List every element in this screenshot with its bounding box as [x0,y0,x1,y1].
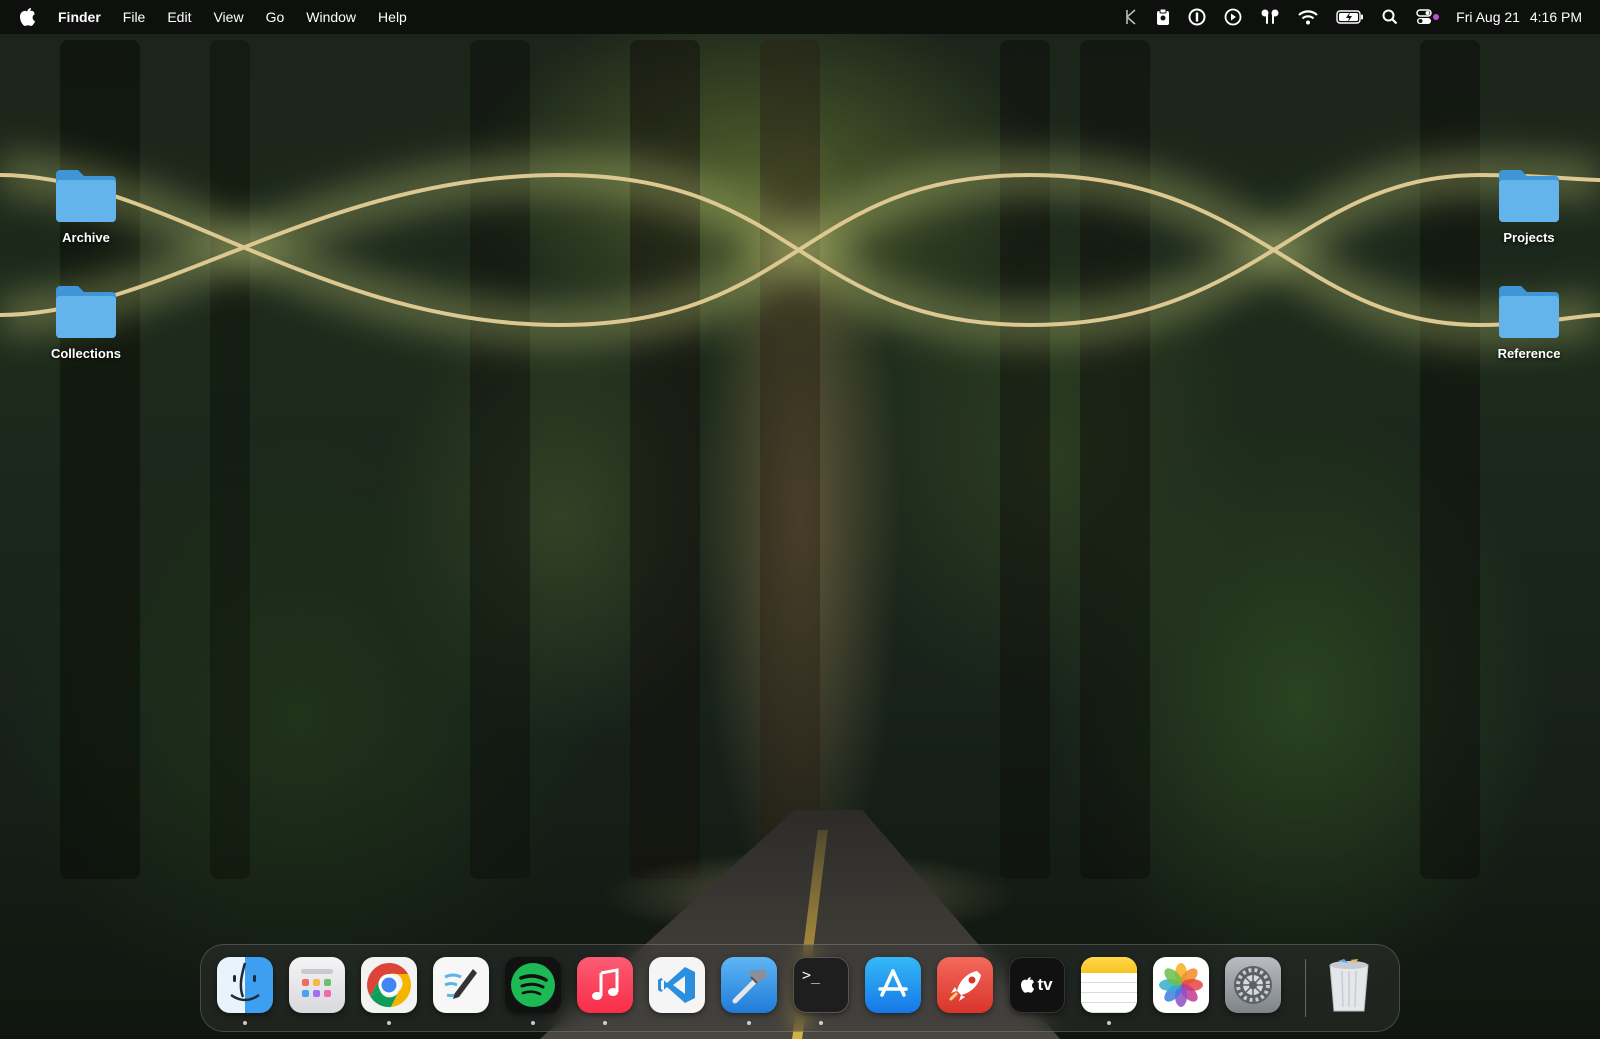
terminal-icon: >_ [793,957,849,1013]
dock-spotify[interactable] [505,957,561,1025]
menu-bar: Finder File Edit View Go Window Help Fri… [0,0,1600,34]
menu-help[interactable]: Help [378,9,407,25]
password-manager-icon[interactable] [1188,6,1206,28]
folder-icon [1499,286,1559,338]
dock-xcode[interactable] [721,957,777,1025]
dock-trash[interactable] [1321,957,1377,1013]
finder-icon [217,957,273,1013]
spotify-icon [505,957,561,1013]
xcode-icon [721,957,777,1013]
running-indicator [531,1021,535,1025]
rocket-typist-icon [937,957,993,1013]
clock-date: Fri Aug 21 [1456,9,1520,25]
spotlight-search-icon[interactable] [1382,6,1398,28]
dock-notes[interactable] [1081,957,1137,1025]
menu-file[interactable]: File [123,9,146,25]
clock-time: 4:16 PM [1529,9,1582,25]
menu-app-name[interactable]: Finder [58,9,101,25]
dock-finder[interactable] [217,957,273,1025]
music-icon [577,957,633,1013]
terminal-prompt: >_ [802,966,821,984]
desktop-wallpaper [0,0,1600,1039]
notes-lines [1081,973,1137,1013]
freeform-icon [433,957,489,1013]
running-indicator [603,1021,607,1025]
dock-terminal[interactable]: >_ [793,957,849,1025]
folder-label: Collections [50,346,122,361]
menu-edit[interactable]: Edit [167,9,191,25]
dock-apple-tv[interactable]: tv [1009,957,1065,1013]
apple-tv-label: tv [1037,975,1053,994]
menu-clock[interactable]: Fri Aug 21 4:16 PM [1456,9,1582,25]
dock-music[interactable] [577,957,633,1025]
running-indicator [387,1021,391,1025]
trash-icon [1321,957,1377,1013]
dock: >_ tv [200,944,1400,1032]
dock-system-settings[interactable] [1225,957,1281,1013]
apple-menu-icon[interactable] [20,8,36,26]
airpods-icon[interactable] [1260,6,1280,28]
photos-icon [1153,957,1209,1013]
dock-launchpad[interactable] [289,957,345,1013]
glow-waves [0,154,1600,346]
menu-bar-right: Fri Aug 21 4:16 PM [1106,6,1582,28]
folder-label: Projects [1503,230,1555,245]
running-indicator [243,1021,247,1025]
running-indicator [1107,1021,1111,1025]
desktop-folder-reference[interactable]: Reference [1474,284,1584,361]
notes-header-strip [1081,957,1137,973]
launchpad-icon [289,957,345,1013]
desktop-folder-collections[interactable]: Collections [31,284,141,361]
running-indicator [747,1021,751,1025]
apple-tv-icon: tv [1009,957,1065,1013]
app-store-icon [865,957,921,1013]
folder-label: Archive [62,230,110,245]
chrome-icon [361,957,417,1013]
folder-icon [56,170,116,222]
dock-photos[interactable] [1153,957,1209,1013]
folder-icon [1499,170,1559,222]
running-indicator [819,1021,823,1025]
control-center-icon[interactable] [1416,6,1440,28]
vscode-icon [649,957,705,1013]
dock-rocket-typist[interactable] [937,957,993,1013]
folder-icon [56,286,116,338]
desktop-folder-projects[interactable]: Projects [1474,168,1584,245]
dock-freeform[interactable] [433,957,489,1013]
system-settings-icon [1225,957,1281,1013]
menu-bar-left: Finder File Edit View Go Window Help [20,8,429,26]
wifi-icon[interactable] [1298,6,1318,28]
dock-vscode[interactable] [649,957,705,1013]
dock-chrome[interactable] [361,957,417,1025]
dock-app-store[interactable] [865,957,921,1013]
dock-separator [1305,959,1306,1017]
desktop-folder-archive[interactable]: Archive [31,168,141,245]
klack-icon[interactable] [1124,6,1138,28]
clipboard-icon[interactable] [1156,6,1170,28]
battery-charging-icon[interactable] [1336,6,1364,28]
menu-go[interactable]: Go [266,9,285,25]
menu-view[interactable]: View [213,9,243,25]
folder-label: Reference [1497,346,1561,361]
menu-window[interactable]: Window [306,9,356,25]
notes-icon [1081,957,1137,1013]
play-circle-icon[interactable] [1224,6,1242,28]
